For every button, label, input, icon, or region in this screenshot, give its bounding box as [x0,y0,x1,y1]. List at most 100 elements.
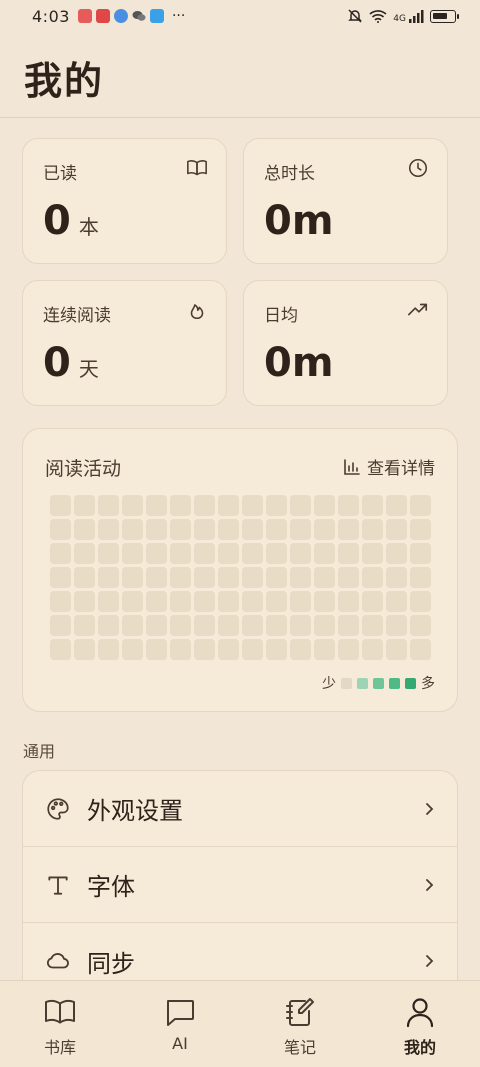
setting-label: 字体 [87,873,135,901]
library-icon [45,999,75,1024]
heatmap-cell [386,495,407,516]
heatmap-cell [362,519,383,540]
heatmap-cell [362,615,383,636]
legend-level [373,677,384,689]
chevron-right-icon [426,878,434,891]
notification-app-icon [77,9,92,23]
heatmap-cell [290,591,311,612]
heatmap-cell [338,591,359,612]
heatmap-cell [410,567,431,588]
heatmap-cell [50,567,71,588]
heatmap-cell [146,495,167,516]
stat-card-streak: 连续阅读 0 天 [22,280,227,406]
heatmap-cell [98,495,119,516]
stat-value-row: 0m [264,198,427,244]
heatmap-cell [218,543,239,564]
heatmap-cell [314,567,335,588]
heatmap-cell [218,591,239,612]
heatmap-cell [290,543,311,564]
heatmap-cell [122,567,143,588]
heatmap-cell [410,495,431,516]
wifi-icon [369,10,387,23]
heatmap-cell [314,615,335,636]
stat-label: 已读 [43,164,77,184]
stat-value: 0 [43,340,71,386]
stat-value-row: 0 天 [43,340,206,386]
heatmap-cell [314,543,335,564]
legend-more-label: 多 [421,676,435,692]
nav-item-library[interactable]: 书库 [0,981,120,1067]
heatmap-cell [410,519,431,540]
palette-icon [45,796,71,822]
reading-activity-card: 阅读活动 查看详情 少 多 [22,428,458,712]
nav-item-ai[interactable]: AI [120,981,240,1067]
heatmap-cell [194,519,215,540]
heatmap-cell [170,591,191,612]
heatmap-cell [194,591,215,612]
mute-bell-icon [348,9,363,23]
heatmap-cell [290,639,311,660]
heatmap-cell [266,543,287,564]
setting-appearance[interactable]: 外观设置 [23,771,457,847]
bottom-nav: 书库 AI 笔记 我的 [0,980,480,1067]
stat-card-total-time: 总时长 0m [243,138,448,264]
heatmap-cell [194,615,215,636]
heatmap-cell [266,591,287,612]
heatmap-cell [50,591,71,612]
heatmap-cell [146,543,167,564]
heatmap-cell [386,639,407,660]
nav-item-profile[interactable]: 我的 [360,981,480,1067]
heatmap-cell [338,639,359,660]
battery-icon [430,9,459,23]
heatmap-cell [74,591,95,612]
heatmap-cell [410,639,431,660]
network-type: 4G [393,14,406,24]
heatmap-cell [50,519,71,540]
setting-font[interactable]: 字体 [23,847,457,923]
heatmap-cell [314,495,335,516]
heatmap-cell [242,519,263,540]
stat-label: 日均 [264,306,298,326]
heatmap-cell [170,615,191,636]
heatmap-cell [170,495,191,516]
stat-label: 连续阅读 [43,306,111,326]
heatmap-cell [194,543,215,564]
heatmap-cell [74,567,95,588]
activity-heatmap [50,495,431,660]
type-icon [45,872,71,898]
heatmap-cell [386,567,407,588]
heatmap-cell [362,639,383,660]
header-divider [0,117,480,118]
clock-icon [408,158,428,178]
heatmap-cell [122,543,143,564]
status-time: 4:03 [32,6,70,26]
heatmap-cell [50,615,71,636]
heatmap-cell [146,615,167,636]
heatmap-cell [74,495,95,516]
status-more: ··· [171,8,186,24]
stat-value: 0m [264,340,334,386]
profile-page: 4:03 ··· 4G 我的 已读 0 本 总时长 0m 连续阅读 0 天 日均… [0,0,480,1067]
stat-card-daily-average: 日均 0m [243,280,448,406]
heatmap-cell [218,495,239,516]
heatmap-cell [98,591,119,612]
nav-label: AI [172,1034,188,1053]
nav-label: 书库 [43,1038,76,1057]
heatmap-cell [242,639,263,660]
chat-icon [167,1000,194,1026]
stat-value: 0m [264,198,334,244]
heatmap-cell [362,567,383,588]
status-right: 4G [347,8,459,24]
nav-item-notes[interactable]: 笔记 [240,981,360,1067]
activity-title: 阅读活动 [45,458,122,480]
heatmap-cell [218,639,239,660]
notification-app-icon [113,9,128,23]
book-icon [187,160,207,176]
setting-label: 外观设置 [87,797,183,825]
view-details-button[interactable]: 查看详情 [343,454,435,479]
stat-value-row: 0 本 [43,198,206,244]
heatmap-cell [122,615,143,636]
profile-icon [406,998,434,1028]
heatmap-cell [194,639,215,660]
heatmap-cell [170,543,191,564]
